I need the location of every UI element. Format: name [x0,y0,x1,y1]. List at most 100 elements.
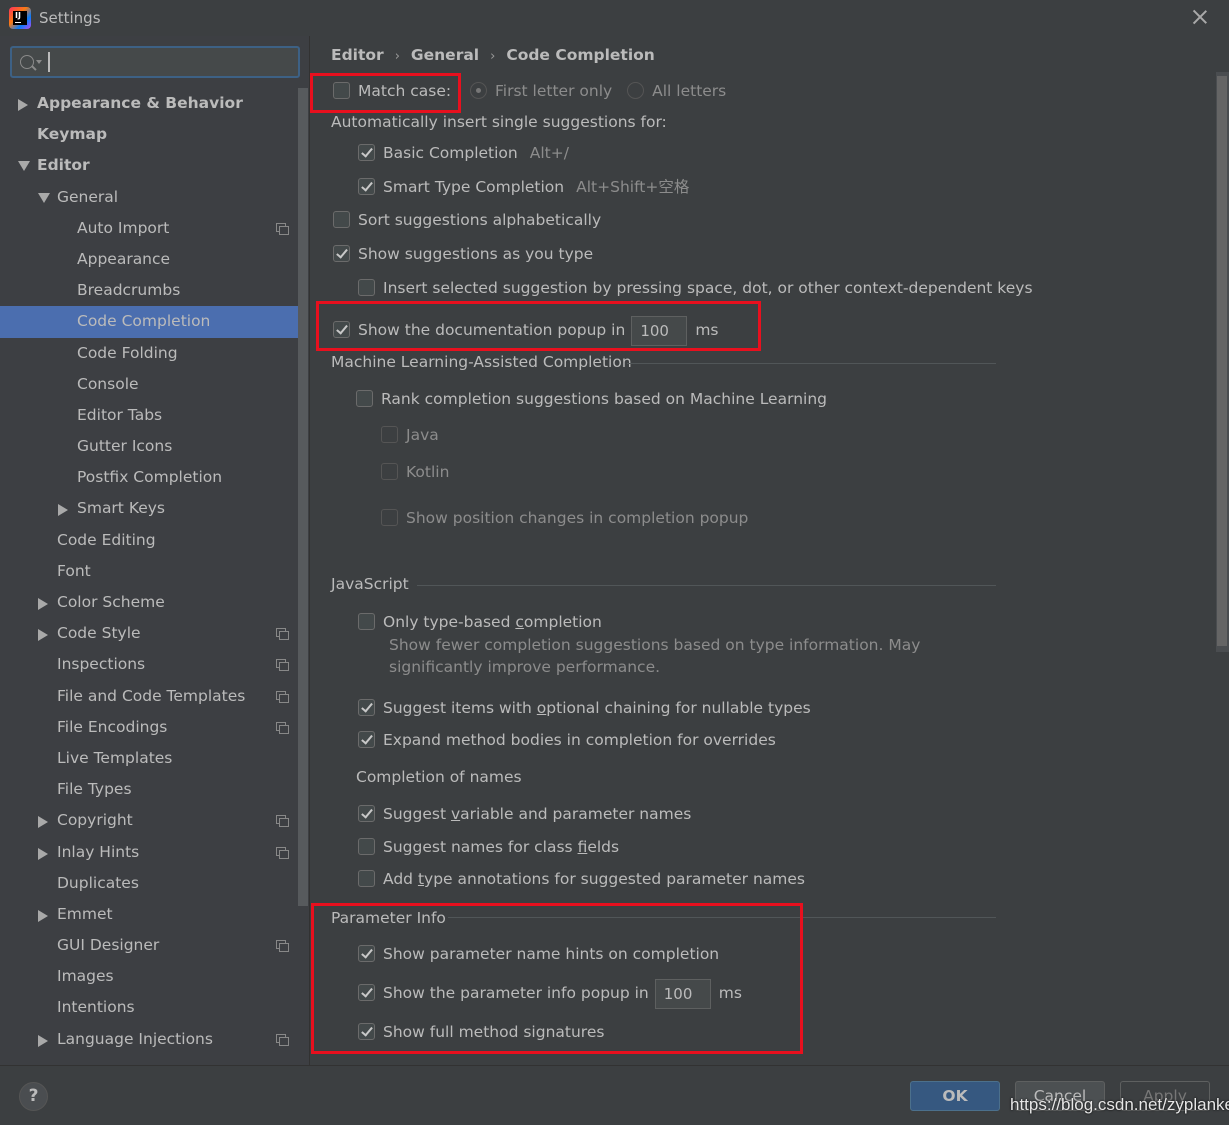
sidebar-item-code-editing[interactable]: Code Editing [0,525,298,556]
insert-selected-checkbox[interactable] [358,279,375,296]
help-button[interactable]: ? [19,1082,48,1111]
sidebar-item-appearance[interactable]: Appearance [0,244,298,275]
cancel-button[interactable]: Cancel [1015,1081,1105,1111]
param-info-popup-checkbox[interactable] [358,984,375,1001]
search-history-dropdown-icon[interactable] [36,60,42,64]
collapsed-arrow-icon[interactable] [38,1034,48,1047]
sidebar-item-editor[interactable]: Editor [0,150,298,181]
full-signatures-checkbox[interactable] [358,1023,375,1040]
suggest-fields-checkbox[interactable] [358,838,375,855]
project-level-settings-icon [276,846,289,859]
breadcrumb-item-editor[interactable]: Editor [331,46,384,64]
sidebar-item-live-templates[interactable]: Live Templates [0,743,298,774]
ok-button[interactable]: OK [910,1081,1000,1111]
sidebar-item-label: Breadcrumbs [77,281,181,300]
settings-search-box[interactable] [10,46,300,78]
first-letter-only-radio[interactable] [470,82,488,99]
sidebar-item-inlay-hints[interactable]: Inlay Hints [0,837,298,868]
sidebar-item-editor-tabs[interactable]: Editor Tabs [0,400,298,431]
optional-chaining-checkbox[interactable] [358,699,375,716]
collapsed-arrow-icon[interactable] [38,598,48,610]
close-icon[interactable] [1191,8,1209,26]
ml-position-changes-row: Show position changes in completion popu… [381,506,748,530]
sidebar-item-file-encodings[interactable]: File Encodings [0,712,298,743]
collapsed-arrow-icon[interactable] [38,909,48,922]
sidebar-item-appearance-behavior[interactable]: Appearance & Behavior [0,88,298,119]
sidebar-item-color-scheme[interactable]: Color Scheme [0,587,298,618]
settings-sidebar: Appearance & Behavior Keymap Editor General… [0,36,310,1065]
param-info-popup-label: Show the parameter info popup in [383,984,649,1002]
sidebar-item-console[interactable]: Console [0,369,298,400]
sidebar-item-code-folding[interactable]: Code Folding [0,338,298,369]
sidebar-item-gui-designer[interactable]: GUI Designer [0,930,298,961]
sidebar-item-intentions[interactable]: Intentions [0,992,298,1023]
sidebar-item-duplicates[interactable]: Duplicates [0,868,298,899]
sidebar-item-postfix-completion[interactable]: Postfix Completion [0,462,298,493]
basic-completion-label: Basic Completion [383,144,518,162]
sidebar-item-keymap[interactable]: Keymap [0,119,298,150]
expanded-arrow-icon[interactable] [18,161,30,172]
only-type-based-checkbox[interactable] [358,613,375,630]
sidebar-item-label: Images [57,967,114,986]
sidebar-item-copyright[interactable]: Copyright [0,805,298,836]
project-level-settings-icon [276,940,289,953]
doc-popup-checkbox[interactable] [333,321,350,338]
first-letter-only-label: First letter only [495,82,613,100]
sidebar-item-language-injections[interactable]: Language Injections [0,1024,298,1055]
sidebar-item-label: Code Folding [77,343,178,362]
collapsed-arrow-icon[interactable] [38,847,48,860]
all-letters-radio[interactable] [627,82,645,99]
ml-position-changes-checkbox[interactable] [381,509,398,526]
sidebar-item-emmet[interactable]: Emmet [0,899,298,930]
expanded-arrow-icon[interactable] [38,192,50,203]
full-signatures-label: Show full method signatures [383,1023,605,1041]
sidebar-item-code-completion[interactable]: Code Completion [0,306,298,338]
apply-button[interactable]: Apply [1120,1081,1210,1111]
section-divider [448,917,996,918]
sidebar-item-smart-keys[interactable]: Smart Keys [0,493,298,524]
collapsed-arrow-icon[interactable] [38,629,48,642]
sidebar-item-breadcrumbs[interactable]: Breadcrumbs [0,275,298,306]
add-type-annotations-checkbox[interactable] [358,870,375,887]
project-level-settings-icon [276,721,289,734]
show-as-you-type-checkbox[interactable] [333,245,350,262]
sidebar-item-file-and-code-templates[interactable]: File and Code Templates [0,681,298,712]
sidebar-item-gutter-icons[interactable]: Gutter Icons [0,431,298,462]
sidebar-item-images[interactable]: Images [0,961,298,992]
ml-java-checkbox[interactable] [381,426,398,443]
basic-completion-checkbox[interactable] [358,144,375,161]
sidebar-item-label: Appearance & Behavior [37,94,243,112]
doc-popup-delay-input[interactable] [631,315,688,346]
content-scrollbar[interactable] [1216,72,1229,652]
collapsed-arrow-icon[interactable] [58,504,68,517]
sidebar-item-font[interactable]: Font [0,556,298,587]
ml-java-row: Java [381,423,439,447]
sidebar-item-general[interactable]: General [0,182,298,213]
ml-rank-checkbox[interactable] [356,390,373,407]
match-case-row: Match case: First letter only All letter… [333,79,726,103]
ml-kotlin-checkbox[interactable] [381,463,398,480]
sidebar-item-auto-import[interactable]: Auto Import [0,213,298,244]
ml-rank-row: Rank completion suggestions based on Mac… [356,387,827,411]
param-name-hints-checkbox[interactable] [358,945,375,962]
suggest-variable-row: Suggest variable and parameter names [358,802,691,826]
expand-method-checkbox[interactable] [358,731,375,748]
breadcrumb-item-general[interactable]: General [411,46,479,64]
title-bar: IJ Settings [0,0,1229,36]
param-info-popup-delay-input[interactable] [654,978,711,1009]
collapsed-arrow-icon[interactable] [38,816,48,829]
sidebar-scrollbar[interactable] [298,88,308,906]
smart-type-completion-row: Smart Type Completion Alt+Shift+空格 [358,175,689,199]
smart-type-completion-checkbox[interactable] [358,178,375,195]
scrollbar-thumb[interactable] [1217,76,1227,646]
match-case-checkbox[interactable] [333,82,350,99]
settings-search-input[interactable] [46,50,296,74]
collapsed-arrow-icon[interactable] [18,99,28,111]
sidebar-item-code-style[interactable]: Code Style [0,618,298,649]
suggest-variable-checkbox[interactable] [358,805,375,822]
show-as-you-type-row: Show suggestions as you type [333,242,593,266]
sort-alphabetically-checkbox[interactable] [333,211,350,228]
sidebar-item-file-types[interactable]: File Types [0,774,298,805]
sidebar-item-inspections[interactable]: Inspections [0,649,298,680]
sidebar-item-label: Inspections [57,655,146,674]
